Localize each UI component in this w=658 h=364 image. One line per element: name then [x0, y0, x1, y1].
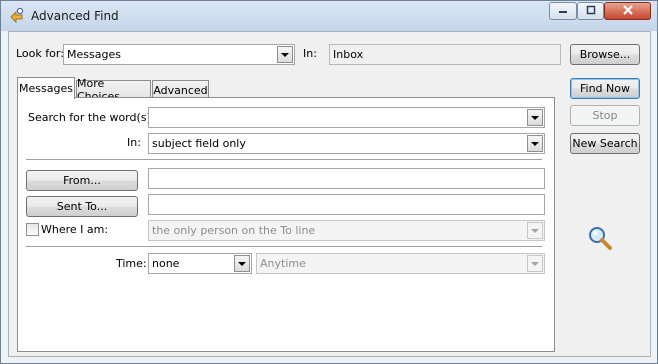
where-i-am-label[interactable]: Where I am: [41, 223, 108, 236]
where-i-am-value: the only person on the To line [152, 224, 316, 237]
chevron-down-icon [527, 255, 543, 272]
sent-to-button[interactable]: Sent To... [26, 196, 138, 217]
time-dropdown[interactable]: none [148, 253, 252, 274]
chevron-down-icon [277, 46, 293, 63]
tab-advanced-label: Advanced [153, 83, 208, 97]
tab-messages[interactable]: Messages [17, 77, 75, 99]
look-for-value: Messages [67, 48, 121, 61]
search-in-value: subject field only [152, 137, 246, 150]
maximize-icon [586, 5, 596, 18]
in-folder-value: Inbox [333, 48, 364, 61]
new-search-button[interactable]: New Search [570, 133, 640, 154]
where-i-am-dropdown[interactable]: the only person on the To line [148, 220, 545, 241]
advanced-find-window: Advanced Find Look for: Messages In: Inb… [0, 0, 658, 364]
time-label: Time: [116, 257, 147, 270]
separator [26, 246, 542, 248]
maximize-button[interactable] [577, 2, 604, 20]
time-range-dropdown[interactable]: Anytime [256, 253, 545, 274]
close-icon [622, 4, 634, 19]
browse-button[interactable]: Browse... [570, 44, 640, 65]
time-value: none [152, 257, 180, 270]
dialog-body: Look for: Messages In: Inbox Browse... F… [8, 31, 651, 357]
minimize-button[interactable] [549, 2, 577, 20]
search-words-label: Search for the word(s): [28, 111, 155, 124]
in-folder-field: Inbox [329, 44, 561, 65]
from-field[interactable] [148, 168, 545, 189]
messages-tab-panel: Search for the word(s): In: subject fiel… [17, 97, 555, 352]
time-range-value: Anytime [260, 257, 306, 270]
magnifier-icon [587, 225, 613, 254]
search-in-label: In: [127, 136, 141, 149]
look-for-dropdown[interactable]: Messages [63, 44, 295, 65]
chevron-down-icon [527, 222, 543, 239]
in-folder-label: In: [303, 47, 317, 60]
from-button[interactable]: From... [26, 170, 138, 191]
chevron-down-icon [527, 109, 543, 126]
find-now-button[interactable]: Find Now [570, 78, 640, 99]
separator [26, 159, 542, 161]
search-in-dropdown[interactable]: subject field only [148, 133, 545, 154]
close-button[interactable] [604, 2, 651, 20]
window-title: Advanced Find [31, 9, 119, 23]
minimize-icon [558, 5, 568, 18]
chevron-down-icon [234, 255, 250, 272]
sent-to-field[interactable] [148, 194, 545, 215]
chevron-down-icon [527, 135, 543, 152]
advanced-find-icon [9, 7, 25, 23]
look-for-label: Look for: [16, 47, 64, 60]
stop-button[interactable]: Stop [570, 105, 640, 126]
title-bar: Advanced Find [1, 1, 657, 31]
tab-messages-label: Messages [19, 82, 73, 95]
where-i-am-checkbox[interactable] [26, 223, 39, 236]
search-words-combo[interactable] [148, 107, 545, 128]
